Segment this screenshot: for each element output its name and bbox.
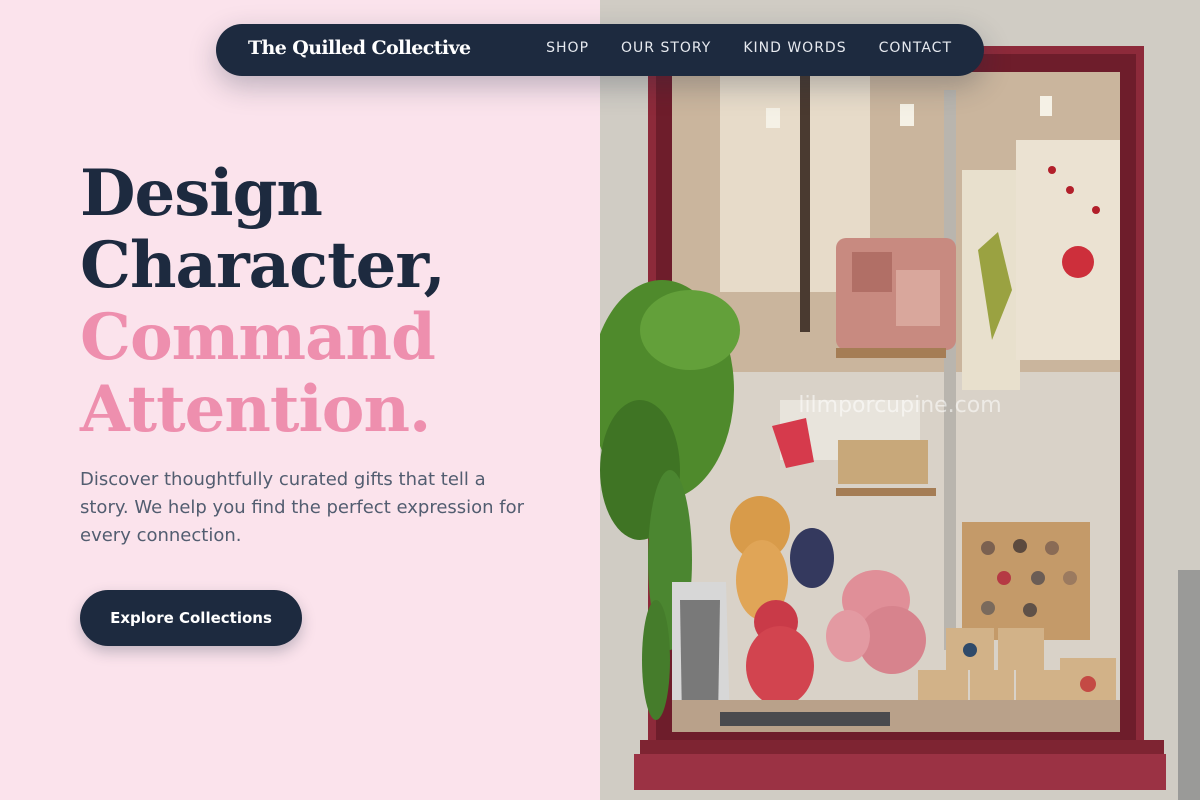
hero-headline: Design Character, Command Attention. bbox=[80, 156, 446, 447]
nav-links: SHOP OUR STORY KIND WORDS CONTACT bbox=[546, 40, 952, 56]
shop-window-image: lilmporcupine.com bbox=[600, 0, 1200, 800]
nav-link-contact[interactable]: CONTACT bbox=[879, 40, 952, 56]
nav-link-shop[interactable]: SHOP bbox=[546, 40, 589, 56]
hero-description: Discover thoughtfully curated gifts that… bbox=[80, 469, 525, 546]
photo-watermark: lilmporcupine.com bbox=[798, 393, 1001, 418]
nav-link-our-story[interactable]: OUR STORY bbox=[621, 40, 711, 56]
headline-line-3: Command bbox=[80, 300, 436, 375]
headline-line-2: Character, bbox=[80, 228, 446, 303]
hero-panel: Design Character, Command Attention. Dis… bbox=[0, 0, 600, 800]
headline-line-4: Attention. bbox=[80, 372, 431, 447]
explore-collections-button[interactable]: Explore Collections bbox=[80, 590, 302, 646]
shop-window-photo: lilmporcupine.com bbox=[600, 0, 1200, 800]
headline-line-1: Design bbox=[80, 156, 323, 231]
top-navigation: The Quilled Collective SHOP OUR STORY KI… bbox=[216, 24, 984, 76]
brand-logo[interactable]: The Quilled Collective bbox=[248, 37, 471, 59]
nav-link-kind-words[interactable]: KIND WORDS bbox=[743, 40, 846, 56]
